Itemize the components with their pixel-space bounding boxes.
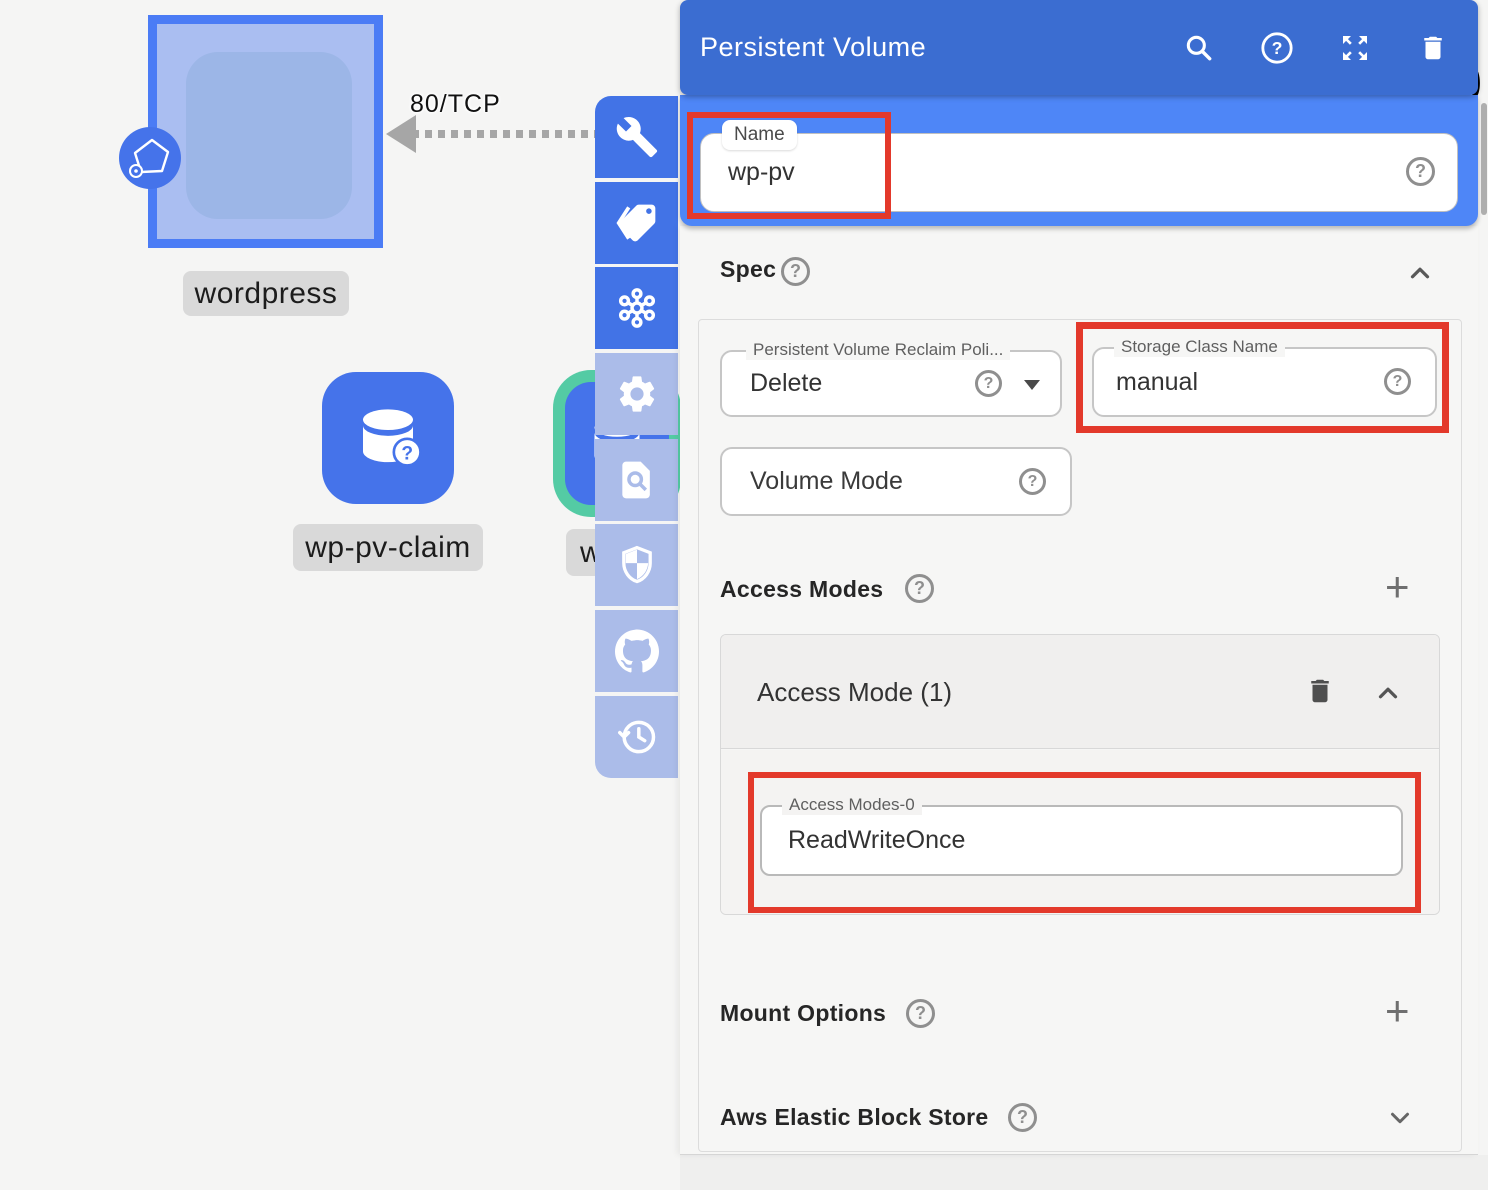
history-icon — [615, 715, 659, 759]
toolbar-history-button[interactable] — [595, 696, 678, 778]
app-root: wordpress 80/TCP ? wp-pv-claim w ) — [0, 0, 1488, 1190]
storage-class-help-icon[interactable]: ? — [1384, 368, 1411, 395]
toolbar-security-button[interactable] — [595, 524, 678, 606]
reclaim-policy-select[interactable]: Persistent Volume Reclaim Poli... Delete… — [720, 350, 1062, 417]
access-modes-add-button[interactable]: + — [1385, 572, 1410, 602]
spec-help-icon[interactable]: ? — [781, 257, 810, 286]
spec-collapse-chevron-up-icon[interactable] — [1405, 258, 1435, 288]
svg-text:?: ? — [401, 443, 413, 464]
volume-mode-label: Volume Mode — [750, 449, 903, 514]
access-mode-0-input[interactable]: Access Modes-0 ReadWriteOnce — [760, 805, 1403, 876]
scrollbar-thumb[interactable] — [1481, 103, 1487, 215]
tag-icon — [615, 201, 659, 245]
access-modes-help-icon[interactable]: ? — [905, 574, 934, 603]
node-label-wordpress: wordpress — [183, 271, 349, 316]
toolbar-wrench-button[interactable] — [595, 96, 678, 178]
access-mode-card-header[interactable]: Access Mode (1) — [721, 635, 1439, 749]
access-mode-card-title: Access Mode (1) — [757, 635, 952, 749]
mount-options-help-icon[interactable]: ? — [906, 999, 935, 1028]
edge-label-port: 80/TCP — [410, 90, 501, 119]
toolbar-network-button[interactable] — [595, 267, 678, 349]
name-help-icon[interactable]: ? — [1406, 157, 1435, 186]
toolbar-labels-button[interactable] — [595, 182, 678, 264]
storage-class-value: manual — [1116, 349, 1198, 415]
toolbar-preview-button[interactable] — [595, 439, 678, 521]
spec-heading: Spec — [720, 256, 776, 283]
help-circle-icon: ? — [1260, 31, 1294, 65]
dropdown-caret-icon — [1024, 380, 1040, 390]
toolbar-settings-button[interactable] — [595, 353, 678, 435]
search-icon — [1183, 32, 1215, 64]
help-button[interactable]: ? — [1260, 31, 1294, 65]
access-mode-0-value: ReadWriteOnce — [788, 807, 965, 874]
document-search-icon — [615, 458, 659, 502]
name-field-label: Name — [722, 120, 797, 150]
toolbar-github-button[interactable] — [595, 610, 678, 692]
mount-options-add-button[interactable]: + — [1385, 996, 1410, 1026]
pod-icon[interactable] — [119, 127, 181, 189]
volume-mode-input[interactable]: Volume Mode ? — [720, 447, 1072, 516]
wrench-icon — [615, 115, 659, 159]
name-input[interactable] — [700, 133, 1458, 212]
node-wp-pv-claim[interactable]: ? — [322, 372, 454, 504]
expand-arrows-icon — [1339, 32, 1371, 64]
expand-button[interactable] — [1338, 31, 1372, 65]
aws-ebs-heading: Aws Elastic Block Store — [720, 1104, 989, 1131]
access-mode-delete-button[interactable] — [1305, 676, 1335, 706]
delete-button[interactable] — [1416, 31, 1450, 65]
github-icon — [615, 629, 659, 673]
database-icon: ? — [348, 398, 428, 478]
volume-mode-help-icon[interactable]: ? — [1019, 468, 1046, 495]
svg-text:?: ? — [1272, 38, 1283, 58]
aws-ebs-help-icon[interactable]: ? — [1008, 1103, 1037, 1132]
access-mode-collapse-chevron-up-icon[interactable] — [1373, 678, 1403, 708]
pod-pentagon-icon — [119, 127, 181, 189]
panel-header: Persistent Volume ? — [680, 0, 1478, 95]
gear-icon — [615, 372, 659, 416]
node-wordpress-pod-area[interactable] — [186, 52, 352, 219]
aws-ebs-expand-chevron-down-icon[interactable] — [1385, 1103, 1415, 1133]
edge-dashed-line — [412, 130, 598, 138]
storage-class-input[interactable]: Storage Class Name manual ? — [1092, 347, 1437, 417]
mount-options-heading: Mount Options — [720, 1000, 886, 1027]
search-button[interactable] — [1182, 31, 1216, 65]
edge-arrowhead-icon — [386, 115, 416, 153]
hub-icon — [615, 286, 659, 330]
node-label-wp-pv-claim: wp-pv-claim — [293, 524, 483, 571]
shield-icon — [615, 543, 659, 587]
reclaim-policy-help-icon[interactable]: ? — [975, 370, 1002, 397]
page-background-strip — [680, 1155, 1488, 1190]
panel-title: Persistent Volume — [700, 32, 926, 63]
reclaim-policy-value: Delete — [750, 352, 822, 415]
trash-icon — [1418, 33, 1448, 63]
access-modes-heading: Access Modes — [720, 576, 883, 603]
